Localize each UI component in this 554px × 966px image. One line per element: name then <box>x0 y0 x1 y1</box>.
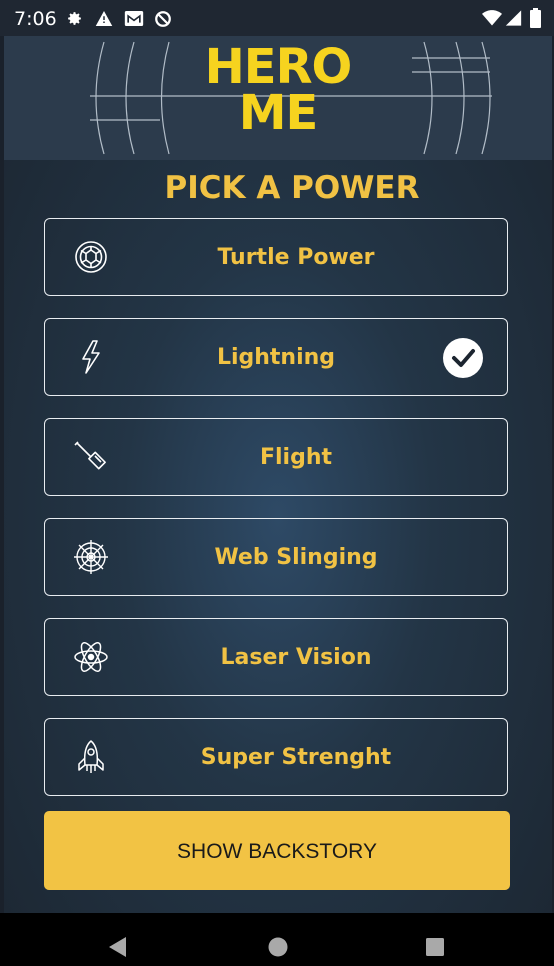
wifi-icon <box>482 10 502 26</box>
status-bar: 7:06 <box>0 0 554 36</box>
power-label: Turtle Power <box>217 245 375 270</box>
page-title: PICK A POWER <box>164 170 420 206</box>
settings-gear-icon <box>68 12 81 25</box>
power-label: Web Slinging <box>214 545 378 570</box>
show-backstory-button[interactable]: SHOW BACKSTORY <box>44 811 510 890</box>
data-saver-icon <box>155 11 171 27</box>
system-nav-bar <box>0 913 554 966</box>
power-option-turtle-power[interactable]: Turtle Power <box>44 218 508 296</box>
back-icon[interactable] <box>108 936 128 958</box>
power-option-lightning[interactable]: Lightning <box>44 318 508 396</box>
app-screen: HERO ME PICK A POWER Turtle Power Lightn… <box>4 36 552 913</box>
battery-icon <box>530 8 541 28</box>
cell-signal-icon <box>505 10 522 26</box>
power-label: Super Strenght <box>200 745 392 770</box>
home-icon[interactable] <box>267 936 289 958</box>
power-option-laser-vision[interactable]: Laser Vision <box>44 618 508 696</box>
recents-icon[interactable] <box>425 937 445 957</box>
status-time: 7:06 <box>14 8 57 30</box>
app-header: HERO ME <box>4 36 552 160</box>
power-option-flight[interactable]: Flight <box>44 418 508 496</box>
power-label: Flight <box>259 445 333 470</box>
app-logo: HERO ME <box>4 39 552 141</box>
logo-line-hero: HERO <box>204 39 353 95</box>
power-label: Lightning <box>216 345 336 370</box>
selected-check-icon <box>443 338 483 378</box>
gmail-icon <box>124 11 144 26</box>
power-option-super-strenght[interactable]: Super Strenght <box>44 718 508 796</box>
logo-line-me: ME <box>238 85 319 141</box>
warning-icon <box>95 11 113 26</box>
power-label: Laser Vision <box>220 645 372 670</box>
power-option-web-slinging[interactable]: Web Slinging <box>44 518 508 596</box>
